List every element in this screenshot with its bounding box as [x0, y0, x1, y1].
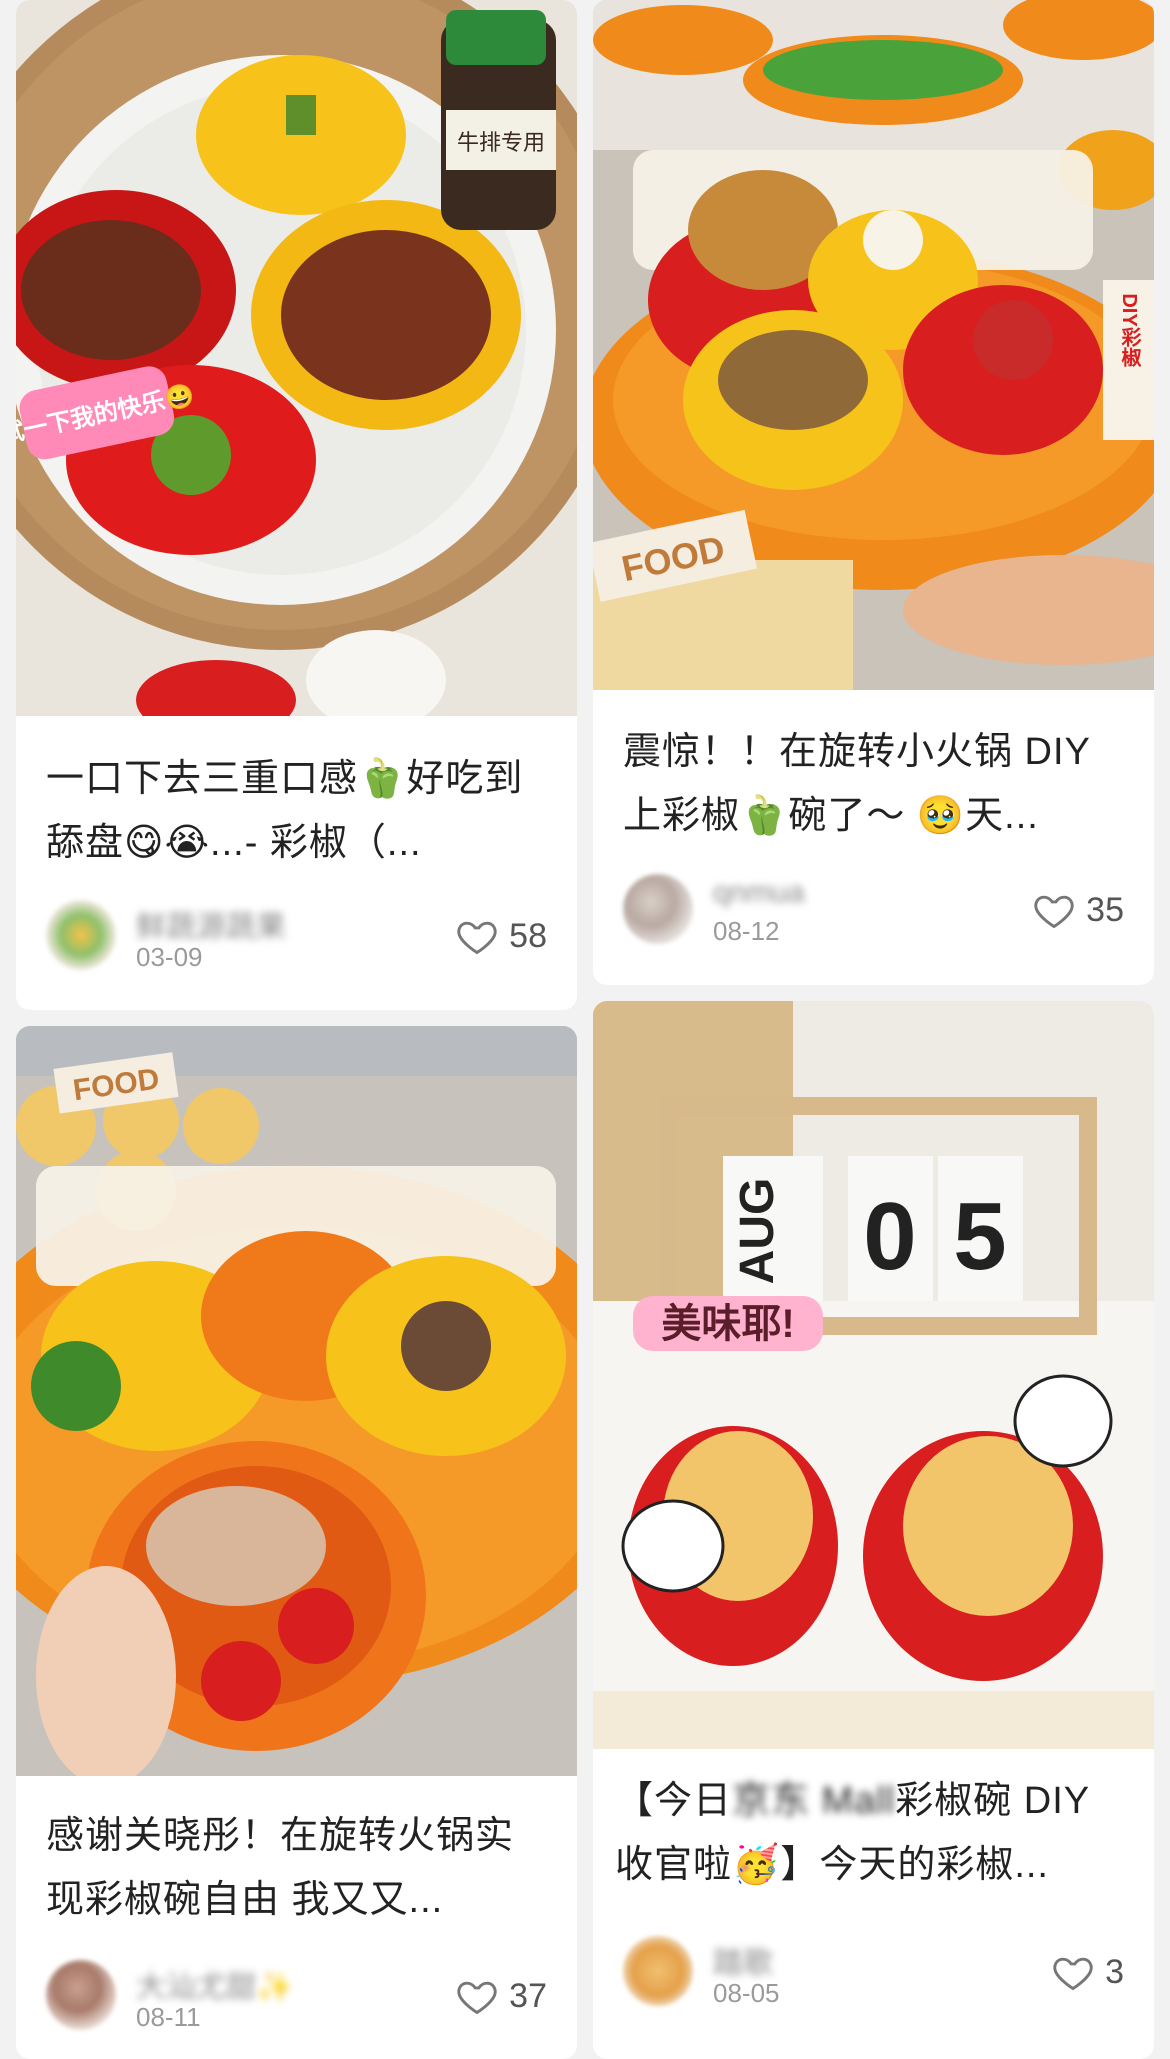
calendar-day-2: 5 — [953, 1183, 1006, 1290]
post-caption-2[interactable]: 震惊！！在旋转小火锅 DIY 上彩椒🫑碗了～ 🥹天... — [623, 720, 1128, 848]
post-date: 08-05 — [713, 1978, 780, 2008]
post-meta-4: 踏歌 08-05 3 — [623, 1936, 1124, 2016]
post-caption-3[interactable]: 感谢关晓彤！在旋转火锅实现彩椒碗自由 我又又... — [46, 1804, 551, 1932]
post-card-2[interactable]: DIY彩椒 FOOD 震惊！！在旋转小火锅 DIY 上彩椒🫑碗了～ 🥹天... … — [593, 0, 1154, 985]
feed: 牛排专用 试一下我的快乐😀 一口下去三重口感🫑好吃到舔盘😋😭...- 彩椒（..… — [0, 0, 1170, 2059]
post-meta-1: 鲜蔬源蔬果 03-09 58 — [46, 900, 547, 980]
heart-icon — [1034, 895, 1074, 929]
post-image-4[interactable]: AUG 0 5 美味耶! — [593, 1001, 1154, 1749]
post-caption-4[interactable]: 【今日京东 Mall彩椒碗 DIY 收官啦🥳】今天的彩椒... — [615, 1769, 1128, 1897]
post-card-4[interactable]: AUG 0 5 美味耶! 【今日京东 Mall彩椒碗 DIY 收官啦🥳】今天的彩… — [593, 1001, 1154, 2059]
calendar-day-1: 0 — [863, 1183, 916, 1290]
like-button[interactable]: 3 — [1051, 1950, 1124, 1994]
caption-blurred: 京东 Mall — [732, 1780, 896, 1822]
post-meta-2: qnmua 08-12 35 — [623, 874, 1124, 954]
post-caption-1[interactable]: 一口下去三重口感🫑好吃到舔盘😋😭...- 彩椒（... — [46, 747, 551, 875]
sticker-text-4: 美味耶! — [661, 1302, 794, 1346]
heart-icon — [457, 1981, 497, 2015]
like-button[interactable]: 35 — [1032, 888, 1124, 932]
author-name[interactable]: 鲜蔬源蔬果 — [136, 902, 286, 946]
like-count: 37 — [509, 1976, 547, 2015]
avatar[interactable] — [623, 1936, 693, 2006]
post-image-1[interactable]: 牛排专用 试一下我的快乐😀 — [16, 0, 577, 716]
author-name[interactable]: qnmua — [713, 876, 805, 910]
post-meta-3: 大汕尤甜✨ 08-11 37 — [46, 1960, 547, 2040]
heart-icon — [1053, 1957, 1093, 1991]
like-count: 3 — [1105, 1952, 1124, 1991]
avatar[interactable] — [623, 874, 693, 944]
like-button[interactable]: 37 — [455, 1974, 547, 2018]
like-count: 58 — [509, 916, 547, 955]
heart-icon — [457, 921, 497, 955]
avatar[interactable] — [46, 900, 116, 970]
post-card-3[interactable]: FOOD 感谢关晓彤！在旋转火锅实现彩椒碗自由 我又又... 大汕尤甜✨ 08-… — [16, 1026, 577, 2059]
like-count: 35 — [1086, 890, 1124, 929]
side-banner-text: DIY彩椒 — [1118, 293, 1142, 367]
post-image-2[interactable]: DIY彩椒 FOOD — [593, 0, 1154, 690]
post-date: 08-11 — [136, 2002, 201, 2032]
calendar-month: AUG — [731, 1178, 784, 1285]
post-card-1[interactable]: 牛排专用 试一下我的快乐😀 一口下去三重口感🫑好吃到舔盘😋😭...- 彩椒（..… — [16, 0, 577, 1010]
like-button[interactable]: 58 — [455, 914, 547, 958]
author-name[interactable]: 踏歌 — [713, 1938, 773, 1982]
jar-label: 牛排专用 — [457, 130, 545, 155]
avatar[interactable] — [46, 1960, 116, 2030]
author-name[interactable]: 大汕尤甜✨ — [136, 1962, 293, 2006]
post-date: 08-12 — [713, 916, 780, 946]
post-image-3[interactable]: FOOD — [16, 1026, 577, 1776]
caption-prefix: 【今日 — [615, 1780, 733, 1822]
post-date: 03-09 — [136, 942, 203, 972]
